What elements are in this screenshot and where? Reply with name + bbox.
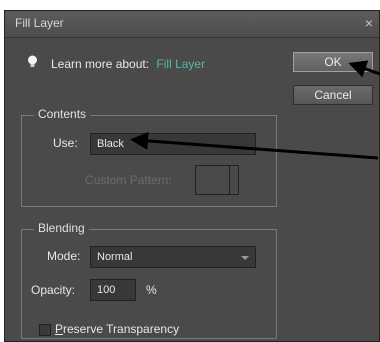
arrow-to-ok [348, 60, 380, 78]
arrow-to-use [130, 131, 379, 160]
annotation-arrows [130, 60, 380, 160]
